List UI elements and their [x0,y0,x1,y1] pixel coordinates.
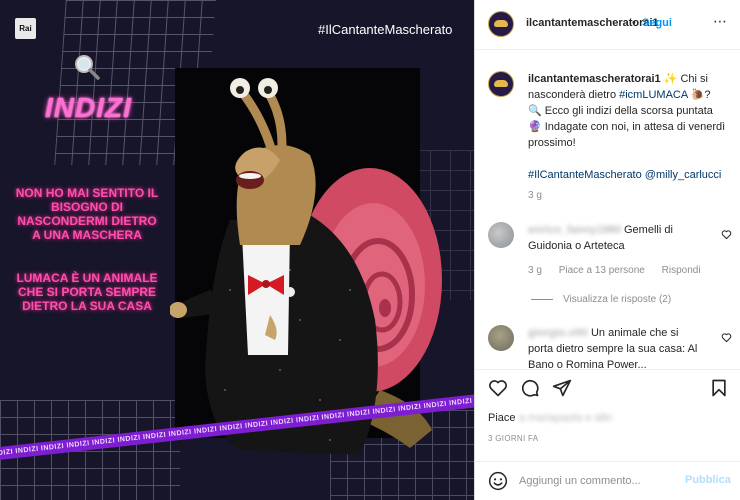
share-icon[interactable] [552,378,572,398]
clue-text-1: NON HO MAI SENTITO IL BISOGNO DI NASCOND… [15,186,159,242]
comment-username[interactable]: giorgio.vitti [528,327,588,339]
clue-text-2: LUMACA È UN ANIMALE CHE SI PORTA SEMPRE … [16,271,158,313]
comment-input[interactable] [519,472,679,490]
caption-text: 🔍 Ecco gli indizi della scorsa puntata [528,105,713,117]
caption-hashtag[interactable]: #IlCantanteMascherato [528,169,642,181]
emoji-icon[interactable] [488,471,508,491]
avatar[interactable] [488,71,514,97]
header-username[interactable]: ilcantantemascheratorai1 [526,17,659,29]
view-replies-label: Visualizza le risposte (2) [563,294,672,305]
comment-likes[interactable]: Piace a 13 persone [559,265,645,276]
divider [531,298,553,300]
bookmark-icon[interactable] [709,378,729,398]
caption-time: 3 g [528,190,542,201]
avatar[interactable] [488,222,514,248]
publish-button[interactable]: Pubblica [685,474,731,486]
like-comment-heart-icon[interactable] [721,332,732,343]
post-actions: Piace a mariapaola e altri 3 GIORNI FA [475,369,740,454]
likes-count[interactable]: Piace a mariapaola e altri [488,412,612,424]
media-hashtag: #IlCantanteMascherato [318,22,453,37]
separator-dot: • [632,17,636,29]
rai-logo: Rai [15,18,36,39]
comment-time: 3 g [528,265,542,276]
comment-username[interactable]: enrico_fanny1980 [528,224,621,236]
likes-prefix: Piace [488,412,516,424]
like-comment-heart-icon[interactable] [721,229,732,240]
heart-icon[interactable] [488,378,508,398]
add-comment-bar: Pubblica [475,461,740,500]
magnifier-icon [75,55,100,80]
post-sidebar: ilcantantemascheratorai1 • Segui ⋯ ilcan… [474,0,740,500]
mask-icon [494,20,508,27]
caption-hashtag[interactable]: #icmLUMACA [619,89,687,101]
clues-title: INDIZI [45,92,132,123]
follow-button[interactable]: Segui [642,17,672,29]
post-media[interactable]: Rai #IlCantanteMascherato INDIZI NON HO … [0,0,474,500]
comments-section[interactable]: ilcantantemascheratorai1 ✨ Chi si nascon… [475,51,740,369]
likes-users[interactable]: a mariapaola e altri [519,412,613,424]
post-caption: ilcantantemascheratorai1 ✨ Chi si nascon… [528,71,733,183]
comment-body: giorgio.vitti Un animale che si porta di… [528,325,703,369]
mask-icon [494,80,508,87]
caption-text: 🐌? [690,89,711,101]
caption-text: 🔮 Indagate con noi, in attesa di venerdì… [528,121,726,149]
comment-meta: 3 g Piace a 13 persone Rispondi [528,265,715,276]
avatar[interactable] [488,11,514,37]
caption-username[interactable]: ilcantantemascheratorai1 [528,73,661,85]
comment-body: enrico_fanny1980 Gemelli di Guidonia o A… [528,222,703,254]
more-options-icon[interactable]: ⋯ [713,13,727,30]
comment-icon[interactable] [520,378,540,398]
post-header: ilcantantemascheratorai1 • Segui ⋯ [475,0,740,50]
post-timestamp[interactable]: 3 GIORNI FA [488,434,538,443]
avatar[interactable] [488,325,514,351]
caption-mention[interactable]: @milly_carlucci [645,169,722,181]
reply-button[interactable]: Rispondi [662,265,701,276]
view-replies-button[interactable]: Visualizza le risposte (2) [531,294,671,305]
